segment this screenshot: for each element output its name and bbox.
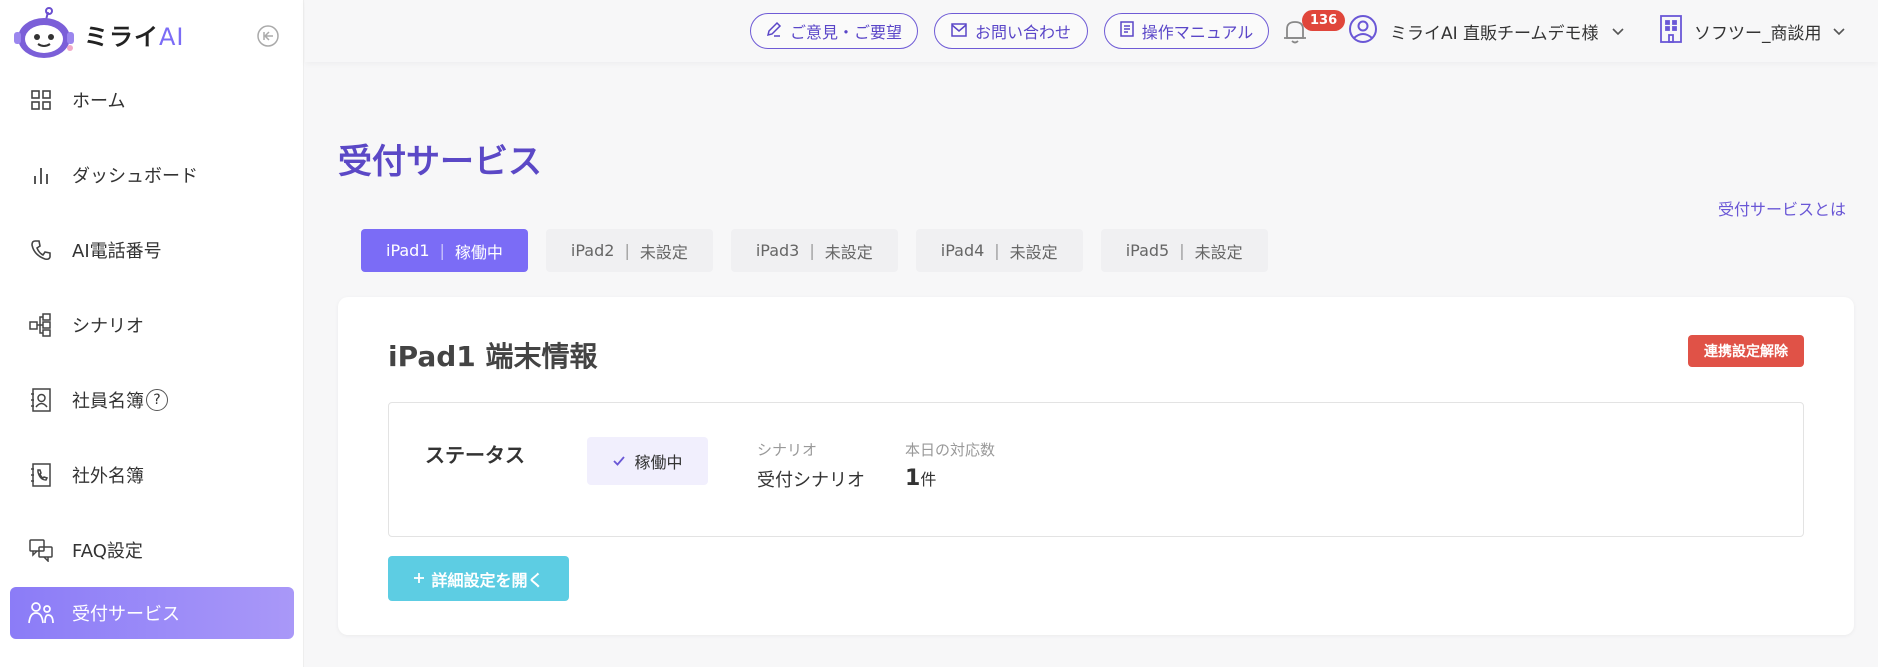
contact-label: お問い合わせ — [974, 23, 1071, 42]
tab-status: 未設定 — [1009, 242, 1058, 262]
logo-text-ai: AI — [159, 22, 185, 51]
document-icon — [1119, 21, 1134, 41]
tab-ipad3[interactable]: iPad3 | 未設定 — [730, 229, 898, 272]
app-logo[interactable]: ミライAI — [10, 6, 185, 62]
chevron-down-icon — [1832, 21, 1846, 41]
sidebar-item-label: 受付サービス — [72, 604, 180, 625]
device-info-card: iPad1 端末情報 連携設定解除 ステータス 稼働中 シナリオ 受付シナリオ … — [338, 297, 1854, 635]
manual-label: 操作マニュアル — [1141, 23, 1254, 42]
pencil-icon — [766, 21, 782, 41]
sidebar: ミライAI ホーム ダッシュボード AI電話番号 シナリオ 社員名簿 ? 社外名… — [0, 0, 304, 667]
building-icon — [1658, 14, 1684, 49]
sidebar-item-label: シナリオ — [72, 315, 144, 337]
company-name: ソフツー_商談用 — [1694, 23, 1822, 44]
open-detail-settings-button[interactable]: 詳細設定を開く — [388, 556, 569, 601]
user-avatar-icon — [1348, 14, 1378, 49]
robot-logo-icon — [10, 6, 78, 62]
sidebar-item-label: FAQ設定 — [72, 540, 143, 562]
tab-device: iPad1 — [386, 241, 430, 260]
sidebar-item-home[interactable]: ホーム — [0, 62, 304, 137]
phone-book-icon — [28, 462, 54, 488]
faq-chat-icon — [28, 537, 54, 563]
tab-ipad5[interactable]: iPad5 | 未設定 — [1100, 229, 1268, 272]
unlink-button[interactable]: 連携設定解除 — [1688, 335, 1804, 367]
help-icon[interactable]: ? — [146, 388, 168, 411]
sidebar-item-reception[interactable]: 受付サービス — [10, 587, 294, 639]
status-panel: ステータス 稼働中 シナリオ 受付シナリオ 本日の対応数 1件 — [388, 402, 1804, 537]
tab-ipad4[interactable]: iPad4 | 未設定 — [915, 229, 1083, 272]
sidebar-item-dashboard[interactable]: ダッシュボード — [0, 137, 304, 212]
status-value: 稼働中 — [634, 453, 683, 472]
contact-button[interactable]: お問い合わせ — [934, 13, 1088, 49]
status-badge: 稼働中 — [587, 437, 708, 485]
detail-button-label: 詳細設定を開く — [431, 570, 544, 590]
phone-icon — [28, 237, 54, 263]
page-title: 受付サービス — [338, 142, 542, 182]
mail-icon — [951, 22, 967, 41]
scenario-key: シナリオ — [757, 441, 818, 459]
manual-button[interactable]: 操作マニュアル — [1104, 13, 1269, 49]
sidebar-item-employee-directory[interactable]: 社員名簿 ? — [0, 362, 304, 437]
today-count: 1 — [905, 466, 921, 491]
feedback-label: ご意見・ご要望 — [789, 23, 902, 42]
notification-count-badge: 136 — [1302, 10, 1346, 31]
sidebar-item-label: AI電話番号 — [72, 240, 162, 262]
flow-icon — [28, 312, 54, 338]
check-icon — [612, 452, 626, 471]
about-reception-link[interactable]: 受付サービスとは — [1718, 196, 1846, 220]
plus-icon — [413, 569, 425, 588]
logo-text: ミライAI — [84, 17, 185, 52]
top-header: ご意見・ご要望 お問い合わせ 操作マニュアル — [305, 0, 1878, 62]
logo-text-main: ミライ — [84, 22, 159, 51]
tab-status: 稼働中 — [454, 242, 503, 262]
tab-device: iPad5 — [1125, 241, 1170, 260]
today-value: 1件 — [905, 466, 995, 491]
sidebar-item-external-directory[interactable]: 社外名簿 — [0, 437, 304, 512]
user-menu[interactable]: ミライAI 直販チームデモ様 — [1348, 14, 1625, 48]
user-name: ミライAI 直販チームデモ様 — [1390, 23, 1599, 44]
company-menu[interactable]: ソフツー_商談用 — [1658, 14, 1846, 48]
sidebar-item-label: 社外名簿 — [72, 465, 144, 487]
tab-status: 未設定 — [639, 242, 688, 262]
tab-ipad1[interactable]: iPad1 | 稼働中 — [361, 229, 528, 272]
sidebar-item-faq[interactable]: FAQ設定 — [0, 512, 304, 587]
chevron-down-icon — [1611, 21, 1625, 41]
tab-device: iPad4 — [940, 241, 985, 260]
contact-book-icon — [28, 387, 54, 413]
scenario-value: 受付シナリオ — [757, 470, 865, 491]
grid-icon — [28, 87, 54, 113]
scenario-info: シナリオ 受付シナリオ — [757, 439, 865, 492]
tab-device: iPad3 — [755, 241, 800, 260]
sidebar-nav: ホーム ダッシュボード AI電話番号 シナリオ 社員名簿 ? 社外名簿 FAQ設… — [0, 62, 304, 639]
sidebar-item-label: ホーム — [72, 90, 126, 112]
today-unit: 件 — [920, 470, 937, 489]
sidebar-item-ai-phone[interactable]: AI電話番号 — [0, 212, 304, 287]
sidebar-item-label: ダッシュボード — [72, 165, 198, 187]
feedback-button[interactable]: ご意見・ご要望 — [750, 13, 918, 49]
people-icon — [28, 600, 54, 626]
tab-device: iPad2 — [570, 241, 615, 260]
today-key: 本日の対応数 — [905, 441, 996, 459]
card-title: iPad1 端末情報 — [388, 340, 598, 373]
today-count-info: 本日の対応数 1件 — [905, 439, 995, 491]
collapse-sidebar-icon[interactable] — [256, 24, 280, 48]
bar-chart-icon — [28, 162, 54, 188]
tab-ipad2[interactable]: iPad2 | 未設定 — [545, 229, 713, 272]
device-tabs: iPad1 | 稼働中 iPad2 | 未設定 iPad3 | 未設定 iPad4 | 未設定 … — [361, 229, 1268, 272]
tab-status: 未設定 — [1194, 242, 1243, 262]
status-label: ステータス — [425, 443, 525, 467]
tab-status: 未設定 — [824, 242, 873, 262]
sidebar-item-label: 社員名簿 — [72, 390, 144, 412]
sidebar-item-scenario[interactable]: シナリオ — [0, 287, 304, 362]
